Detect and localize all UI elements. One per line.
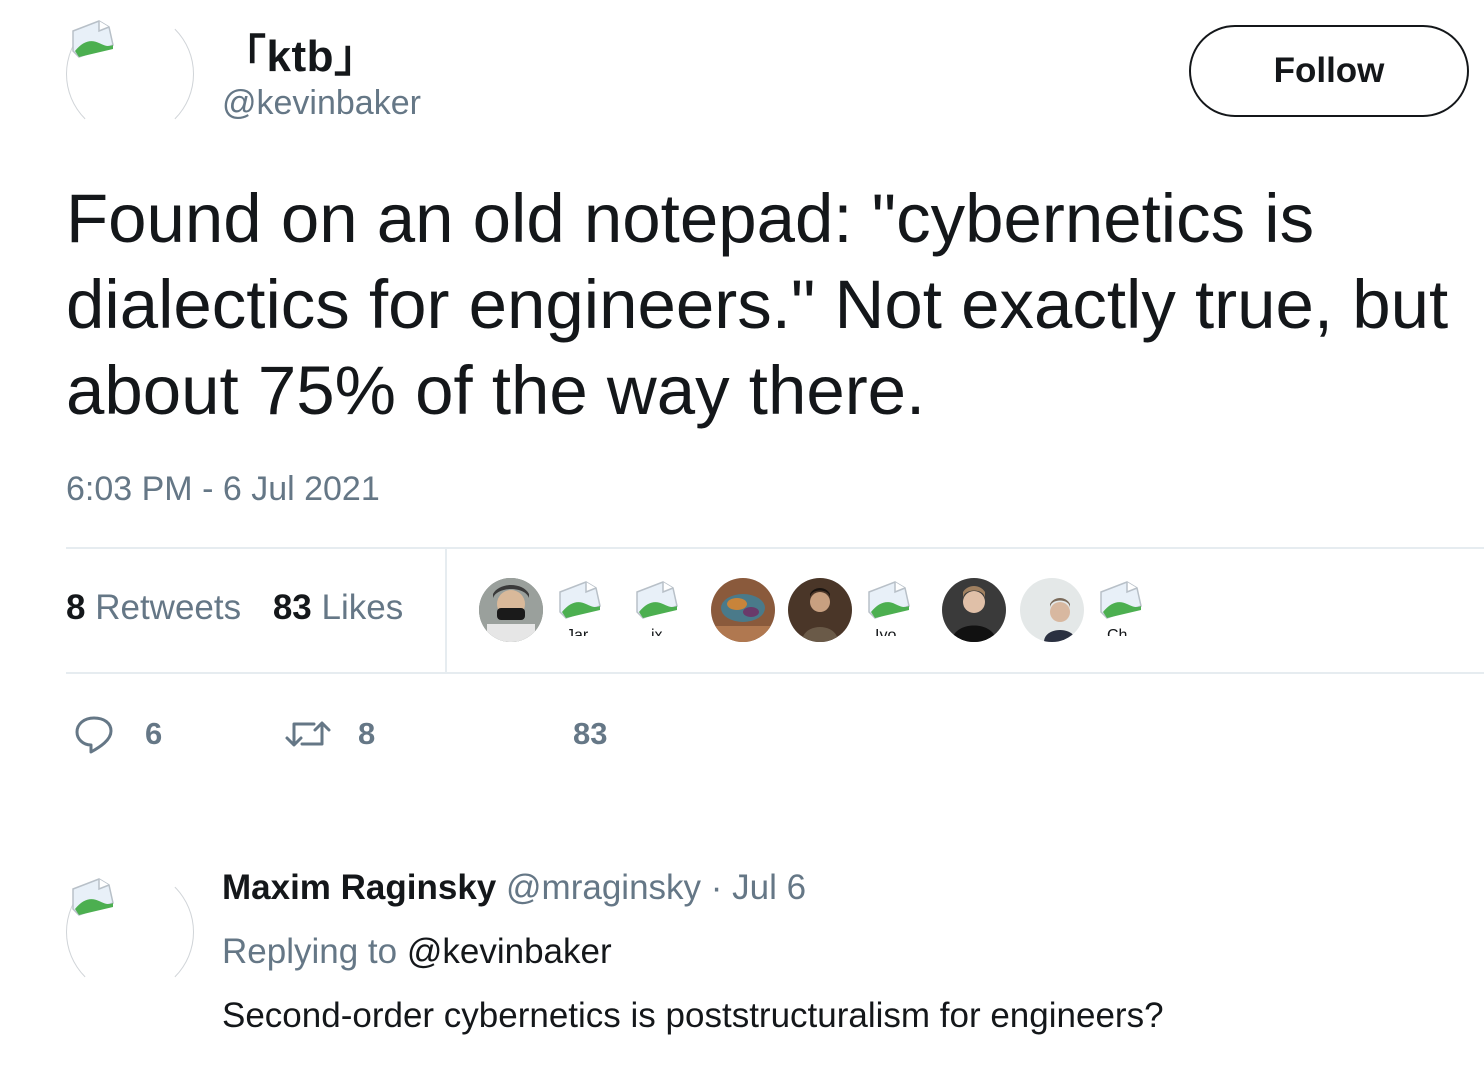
like-action[interactable]: 83 [508,712,607,756]
user-photo [711,578,775,642]
replying-to-mention[interactable]: @kevinbaker [407,932,612,971]
retweet-icon [285,721,331,747]
liker-avatar[interactable]: Iyo [865,578,929,642]
reply-text: Second-order cybernetics is poststructur… [222,996,1164,1035]
reply-count: 6 [145,716,163,751]
user-photo [942,578,1006,642]
like-count: 83 [573,716,608,751]
retweets-count: 8 [66,588,86,627]
divider [66,672,1484,674]
liker-alt-text: Jar [566,627,589,636]
divider [66,547,1484,549]
user-photo [788,578,852,642]
reply-icon [75,716,113,754]
author-handle[interactable]: @kevinbaker [222,84,421,123]
tweet-timestamp[interactable]: 6:03 PM - 6 Jul 2021 [66,470,380,509]
liker-avatar[interactable]: Ch [1097,578,1161,642]
retweets-stat[interactable]: 8 Retweets [66,588,241,627]
replying-to-label: Replying to [222,932,398,971]
follow-button[interactable]: Follow [1189,25,1469,117]
liker-avatar[interactable] [788,578,852,642]
broken-image-icon [1100,581,1142,619]
broken-image-icon [636,581,678,619]
retweet-count: 8 [358,716,376,751]
liker-avatar[interactable] [711,578,775,642]
retweet-action[interactable]: 8 [284,712,375,756]
liker-alt-text: Iyo [875,627,897,636]
broken-image-icon [72,20,114,58]
liker-avatar[interactable]: ix [633,578,697,642]
divider [445,548,447,672]
tweet-text: Found on an old notepad: "cybernetics is… [66,180,1449,429]
liker-avatar[interactable] [942,578,1006,642]
likes-stat[interactable]: 83 Likes [273,588,403,627]
reply-author-avatar[interactable] [66,868,194,996]
reply-header: Maxim Raginsky @mraginsky · Jul 6 [222,868,806,908]
liker-avatar[interactable]: Jar [556,578,620,642]
broken-image-icon [868,581,910,619]
author-display-name[interactable]: 「ktb」 [222,20,379,84]
reply-author-handle-date[interactable]: @mraginsky · Jul 6 [506,868,806,907]
liker-alt-text: ix [651,627,663,636]
liker-alt-text: Ch [1107,627,1128,636]
user-photo [1020,578,1084,642]
liker-avatar[interactable] [479,578,543,642]
liker-avatar[interactable] [1020,578,1084,642]
author-avatar[interactable] [66,10,194,138]
heart-icon [508,712,552,756]
reply-action[interactable]: 6 [72,712,162,756]
retweets-label: Retweets [95,588,242,627]
likes-count: 83 [272,588,312,627]
likes-label: Likes [321,588,404,627]
reply-author-name[interactable]: Maxim Raginsky [222,868,496,907]
broken-image-icon [559,581,601,619]
engagement-stats: 8 Retweets 83 Likes [66,588,425,628]
user-photo [479,578,543,642]
broken-image-icon [72,878,114,916]
replying-to: Replying to @kevinbaker [222,932,612,972]
